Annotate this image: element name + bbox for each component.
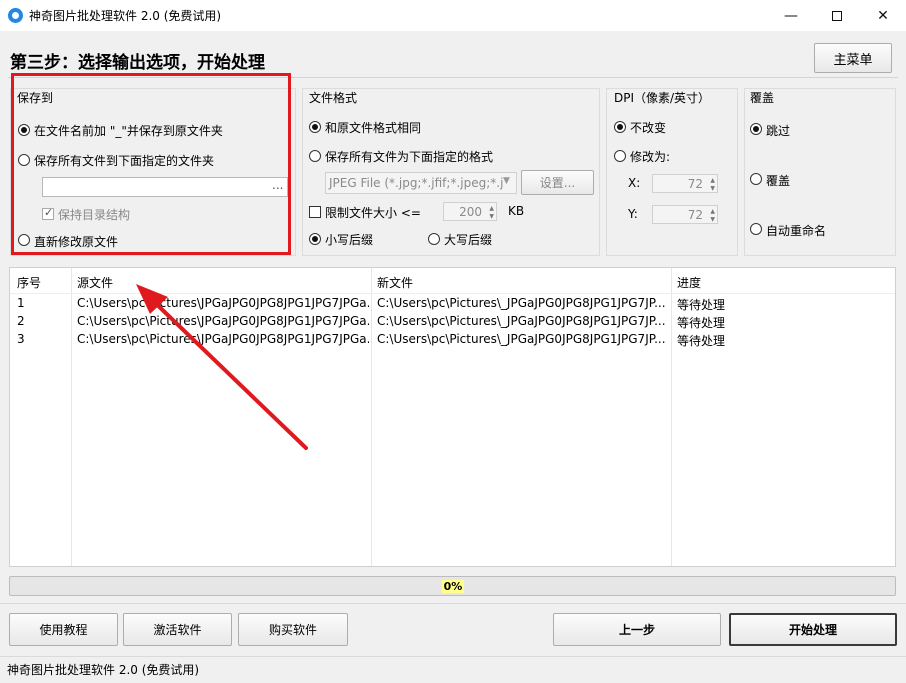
buy-button[interactable]: 购买软件 — [238, 613, 348, 646]
activate-button[interactable]: 激活软件 — [123, 613, 232, 646]
start-processing-button[interactable]: 开始处理 — [729, 613, 897, 646]
progress-label: 0% — [441, 579, 465, 593]
previous-step-button[interactable]: 上一步 — [553, 613, 721, 646]
divider — [0, 603, 906, 604]
status-text: 神奇图片批处理软件 2.0 (免费试用) — [7, 663, 200, 677]
tutorial-button[interactable]: 使用教程 — [9, 613, 118, 646]
